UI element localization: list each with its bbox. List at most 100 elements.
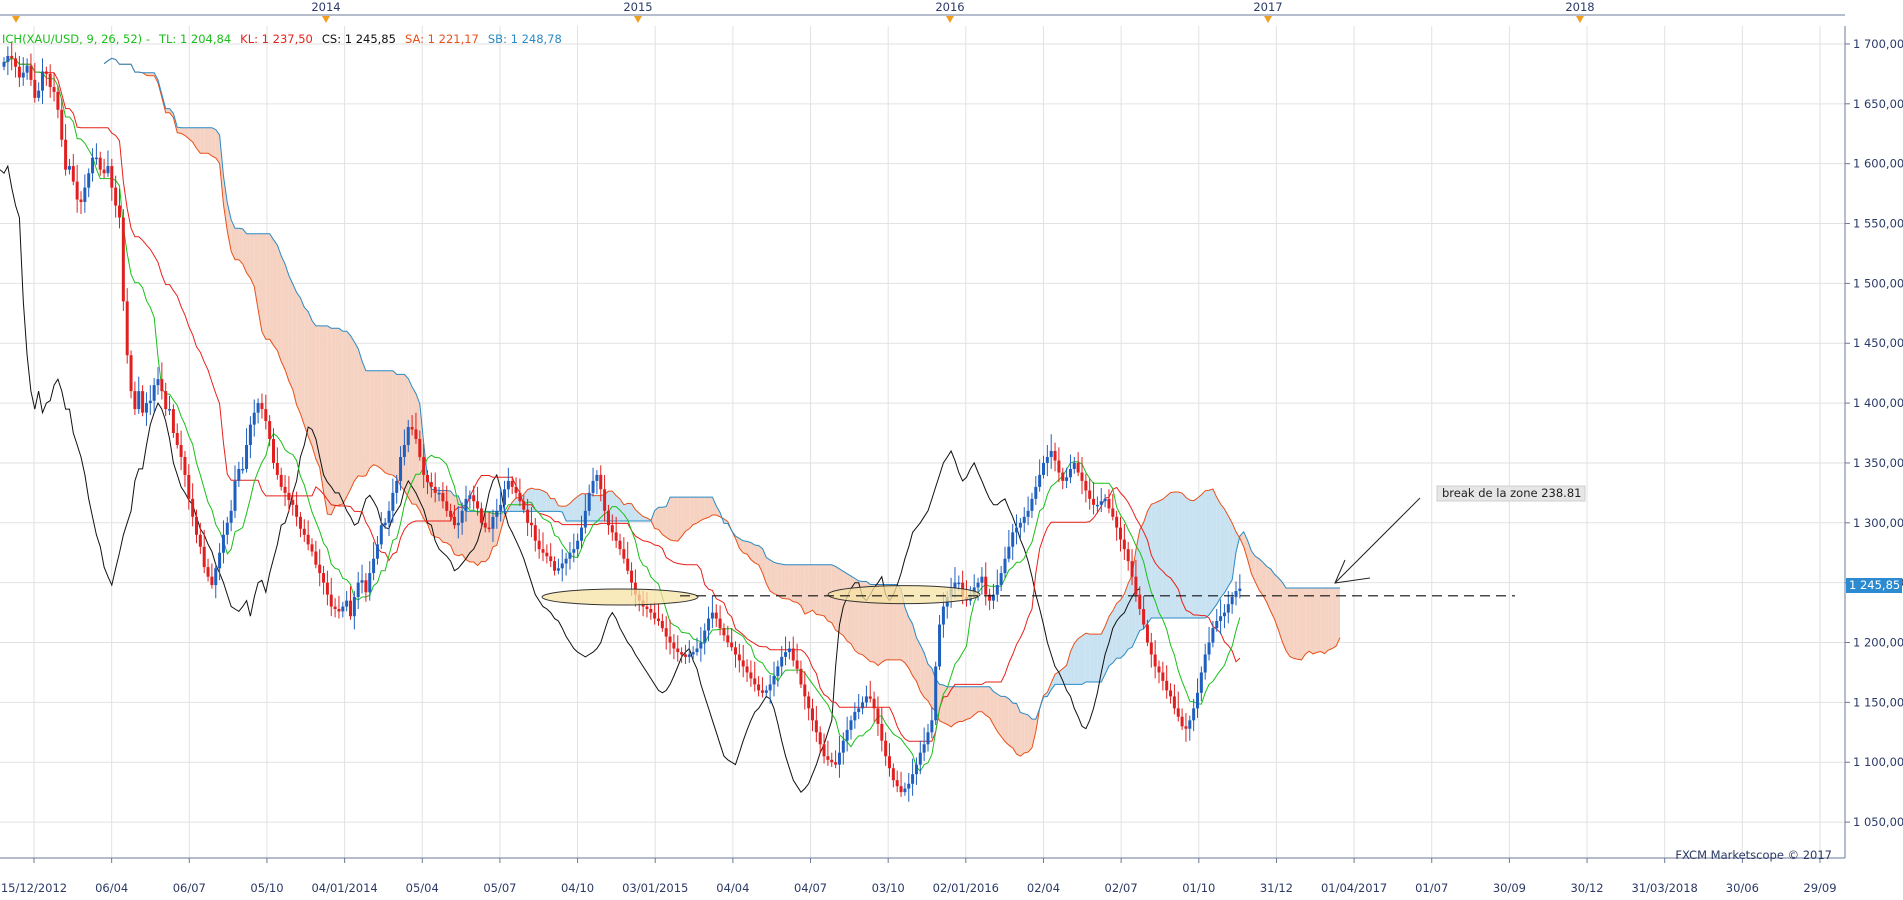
legend-kl: KL: 1 237,50 bbox=[240, 32, 313, 46]
candle-body bbox=[464, 498, 468, 511]
candle-body bbox=[314, 551, 318, 565]
candle-body bbox=[845, 729, 849, 741]
cloud-segment bbox=[908, 617, 913, 676]
y-tick-label: 1 100,00 bbox=[1853, 755, 1903, 769]
cloud-segment bbox=[1259, 558, 1263, 596]
candle-body bbox=[691, 652, 695, 655]
plot-background bbox=[0, 26, 1845, 858]
cloud-segment bbox=[1024, 713, 1029, 753]
candle-body bbox=[306, 534, 310, 545]
x-tick-label: 06/07 bbox=[173, 881, 206, 895]
cloud-segment bbox=[362, 361, 366, 477]
candle-body bbox=[914, 764, 918, 775]
candle-body bbox=[799, 668, 803, 685]
candle-body bbox=[391, 492, 395, 511]
candle-body bbox=[1207, 642, 1211, 655]
cloud-segment bbox=[1216, 497, 1221, 605]
cloud-segment bbox=[273, 239, 278, 351]
candle-body bbox=[683, 654, 687, 657]
candle-body bbox=[1211, 628, 1215, 643]
candle-body bbox=[183, 456, 187, 475]
cloud-segment bbox=[685, 497, 690, 532]
candle-body bbox=[830, 759, 834, 763]
candle-body bbox=[160, 379, 164, 392]
y-tick-label: 1 500,00 bbox=[1853, 276, 1903, 290]
candle-body bbox=[356, 582, 360, 598]
cloud-segment bbox=[323, 325, 328, 515]
current-price-tag: 1 245,85 bbox=[1846, 578, 1902, 593]
cloud-segment bbox=[978, 686, 982, 712]
legend-ich: ICH(XAU/USD, 9, 26, 52) - bbox=[2, 32, 150, 46]
cloud-segment bbox=[485, 511, 490, 562]
cloud-segment bbox=[743, 540, 748, 555]
candle-body bbox=[626, 558, 630, 571]
candle-body bbox=[764, 690, 768, 693]
candle-body bbox=[941, 606, 945, 625]
candle-body bbox=[868, 696, 872, 699]
candle-body bbox=[1142, 608, 1146, 625]
candle-body bbox=[880, 723, 884, 741]
candle-body bbox=[907, 783, 911, 789]
candle-body bbox=[152, 385, 156, 401]
candle-body bbox=[349, 600, 352, 617]
candle-body bbox=[918, 752, 922, 765]
candle-body bbox=[999, 573, 1003, 586]
candle-body bbox=[818, 732, 822, 745]
candle-body bbox=[1188, 720, 1192, 729]
candle-body bbox=[17, 66, 21, 78]
annotation-box[interactable]: break de la zone 238.81 bbox=[1436, 485, 1586, 502]
candle-body bbox=[125, 301, 129, 356]
cloud-segment bbox=[1159, 499, 1163, 618]
candle-body bbox=[148, 400, 152, 404]
cloud-segment bbox=[1155, 500, 1159, 618]
candle-body bbox=[1103, 498, 1107, 502]
cloud-segment bbox=[1147, 504, 1152, 624]
candle-body bbox=[287, 492, 291, 501]
candle-body bbox=[664, 628, 668, 637]
candle-body bbox=[322, 573, 326, 583]
cloud-segment bbox=[1116, 600, 1121, 659]
cloud-segment bbox=[435, 489, 440, 538]
candle-body bbox=[41, 71, 44, 91]
cloud-segment bbox=[543, 490, 547, 512]
candle-body bbox=[938, 624, 942, 667]
candle-body bbox=[787, 648, 791, 653]
candle-body bbox=[1196, 692, 1199, 709]
candle-body bbox=[568, 552, 572, 559]
candle-body bbox=[179, 444, 183, 457]
x-tick-label: 15/12/2012 bbox=[1, 881, 67, 895]
candle-body bbox=[79, 199, 83, 202]
candle-body bbox=[1026, 510, 1030, 517]
cloud-segment bbox=[1012, 702, 1017, 755]
candle-body bbox=[410, 427, 414, 430]
candle-body bbox=[703, 630, 707, 643]
candle-body bbox=[372, 558, 376, 574]
cloud-segment bbox=[335, 328, 339, 507]
cloud-segment bbox=[365, 370, 370, 476]
candle-body bbox=[1018, 522, 1022, 528]
candle-body bbox=[922, 744, 926, 753]
candle-body bbox=[406, 427, 410, 445]
cloud-segment bbox=[208, 127, 212, 156]
candle-body bbox=[1176, 708, 1180, 717]
cloud-segment bbox=[369, 370, 374, 469]
candle-body bbox=[1076, 462, 1080, 473]
candle-body bbox=[64, 139, 68, 170]
highlight-ellipse-1 bbox=[541, 588, 699, 606]
candle-body bbox=[291, 500, 295, 505]
cloud-segment bbox=[527, 488, 532, 512]
candle-body bbox=[657, 618, 660, 621]
candle-body bbox=[395, 480, 399, 493]
cloud-segment bbox=[693, 497, 697, 525]
cloud-segment bbox=[1301, 588, 1306, 660]
cloud-segment bbox=[469, 511, 474, 563]
y-tick-label: 1 600,00 bbox=[1853, 157, 1903, 171]
candle-body bbox=[841, 740, 845, 753]
highlight-ellipse-2 bbox=[827, 585, 981, 605]
cloud-segment bbox=[288, 275, 293, 390]
candlestick-chart[interactable]: 15/12/2012 06/04 06/07 05/10 04/01/2014 05/04… bbox=[0, 0, 1903, 900]
candle-body bbox=[71, 166, 75, 182]
candle-body bbox=[591, 480, 595, 493]
candle-body bbox=[245, 444, 249, 469]
candle-body bbox=[21, 72, 25, 78]
